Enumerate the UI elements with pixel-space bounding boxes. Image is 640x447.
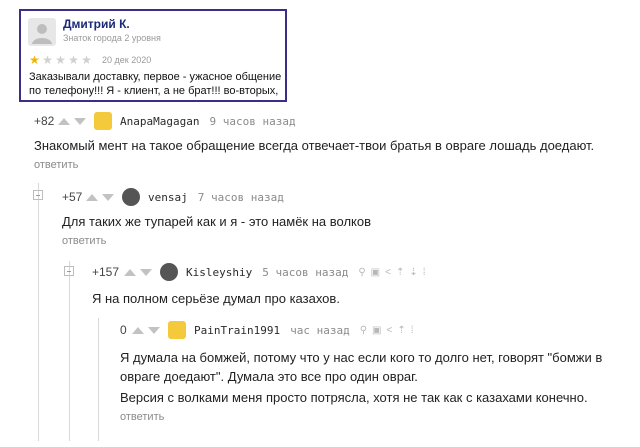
reply-link[interactable]: ответить bbox=[62, 235, 622, 247]
comment-score: +82 bbox=[34, 114, 55, 128]
more-icon[interactable]: ⁞ bbox=[423, 267, 431, 278]
review-date: 20 дек 2020 bbox=[102, 55, 152, 65]
review-author[interactable]: Дмитрий К. bbox=[63, 17, 277, 31]
user-avatar-icon bbox=[28, 18, 56, 46]
avatar[interactable] bbox=[94, 112, 112, 130]
comment: +82 AnapaMagagan 9 часов назад Знакомый … bbox=[34, 112, 634, 171]
comment-meta: +82 AnapaMagagan 9 часов назад bbox=[34, 112, 634, 130]
comment-score: +57 bbox=[62, 190, 83, 204]
comment-meta: +157 Kisleyshiy 5 часов назад ⚲▣<⇡⇣⁞ bbox=[92, 263, 612, 281]
comment-time[interactable]: 9 часов назад bbox=[209, 115, 295, 128]
upvote-icon[interactable] bbox=[58, 117, 70, 125]
review-rating: ★ ★ ★ ★ ★ 20 дек 2020 bbox=[29, 54, 151, 66]
comment: 0 PainTrain1991 час назад ⚲▣<⇡⁞ Я думала… bbox=[120, 321, 630, 423]
comment-tools: ⚲▣<⇡⁞ bbox=[360, 325, 419, 336]
upvote-icon[interactable] bbox=[124, 268, 136, 276]
star-icon: ★ bbox=[42, 53, 53, 67]
link-icon[interactable]: ⚲ bbox=[360, 325, 372, 336]
collapse-toggle[interactable] bbox=[33, 190, 43, 200]
avatar[interactable] bbox=[160, 263, 178, 281]
comment-username[interactable]: Kisleyshiy bbox=[186, 266, 252, 279]
save-icon[interactable]: ▣ bbox=[371, 267, 385, 278]
review-card: Дмитрий К. Знаток города 2 уровня ★ ★ ★ … bbox=[19, 9, 287, 102]
comment-meta: 0 PainTrain1991 час назад ⚲▣<⇡⁞ bbox=[120, 321, 630, 339]
share-icon[interactable]: < bbox=[386, 325, 397, 336]
more-icon[interactable]: ⁞ bbox=[411, 325, 419, 336]
downvote-icon[interactable] bbox=[74, 117, 86, 125]
upvote-icon[interactable] bbox=[132, 326, 144, 334]
up-icon[interactable]: ⇡ bbox=[396, 267, 409, 278]
star-icon: ★ bbox=[81, 53, 92, 67]
reply-link[interactable]: ответить bbox=[120, 411, 630, 423]
downvote-icon[interactable] bbox=[148, 326, 160, 334]
comment-text: Я думала на бомжей, потому что у нас есл… bbox=[120, 350, 603, 384]
save-icon[interactable]: ▣ bbox=[372, 325, 386, 336]
downvote-icon[interactable] bbox=[140, 268, 152, 276]
star-icon: ★ bbox=[55, 53, 66, 67]
comment-score: +157 bbox=[92, 265, 120, 279]
avatar[interactable] bbox=[122, 188, 140, 206]
comment-tools: ⚲▣<⇡⇣⁞ bbox=[358, 267, 430, 278]
star-icon: ★ bbox=[68, 53, 79, 67]
thread-line bbox=[38, 183, 39, 441]
comment-time[interactable]: 7 часов назад bbox=[198, 191, 284, 204]
star-icon: ★ bbox=[29, 53, 40, 67]
thread-line bbox=[69, 261, 70, 441]
share-icon[interactable]: < bbox=[385, 267, 396, 278]
thread-line bbox=[98, 318, 99, 441]
upvote-icon[interactable] bbox=[86, 193, 98, 201]
downvote-icon[interactable] bbox=[102, 193, 114, 201]
avatar[interactable] bbox=[168, 321, 186, 339]
comment-username[interactable]: vensaj bbox=[148, 191, 188, 204]
comment: +157 Kisleyshiy 5 часов назад ⚲▣<⇡⇣⁞ Я н… bbox=[92, 263, 612, 308]
reply-link[interactable]: ответить bbox=[34, 159, 634, 171]
comment-text-continued: Версия с волками меня просто потрясла, х… bbox=[120, 390, 588, 405]
review-text: Заказывали доставку, первое - ужасное об… bbox=[29, 71, 282, 97]
link-icon[interactable]: ⚲ bbox=[358, 267, 370, 278]
up-icon[interactable]: ⇡ bbox=[397, 325, 410, 336]
comment-time[interactable]: час назад bbox=[290, 324, 350, 337]
comment-username[interactable]: AnapaMagagan bbox=[120, 115, 199, 128]
comment-score: 0 bbox=[120, 323, 127, 337]
down-icon[interactable]: ⇣ bbox=[409, 267, 422, 278]
comment-text: Я на полном серьёзе думал про казахов. bbox=[92, 291, 340, 306]
comment-time[interactable]: 5 часов назад bbox=[262, 266, 348, 279]
comment-text: Для таких же тупарей как и я - это намёк… bbox=[62, 214, 372, 229]
comment-username[interactable]: PainTrain1991 bbox=[194, 324, 280, 337]
comment-text: Знакомый мент на такое обращение всегда … bbox=[34, 138, 595, 153]
review-author-badge: Знаток города 2 уровня bbox=[63, 33, 161, 43]
comment: +57 vensaj 7 часов назад Для таких же ту… bbox=[62, 188, 622, 247]
comment-meta: +57 vensaj 7 часов назад bbox=[62, 188, 622, 206]
collapse-toggle[interactable] bbox=[64, 266, 74, 276]
